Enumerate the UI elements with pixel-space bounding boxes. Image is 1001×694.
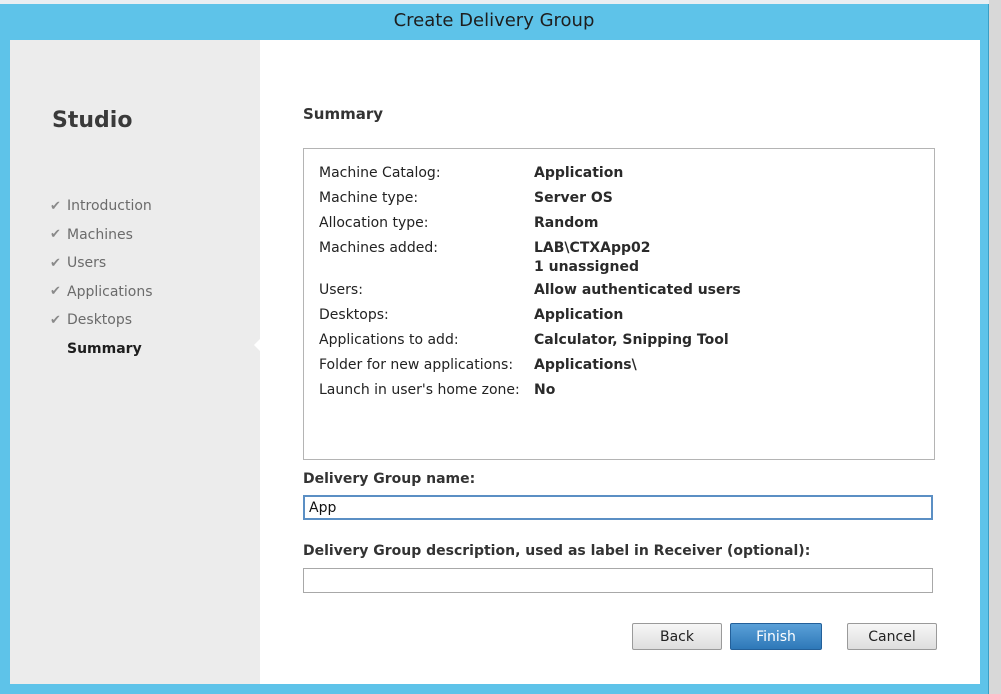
step-users[interactable]: ✔ Users: [50, 249, 153, 278]
wizard-steps: ✔ Introduction ✔ Machines ✔ Users ✔ Appl…: [50, 192, 153, 363]
delivery-group-description-label: Delivery Group description, used as labe…: [303, 543, 811, 559]
cancel-button[interactable]: Cancel: [847, 623, 937, 650]
summary-key: Allocation type:: [319, 215, 429, 231]
step-summary[interactable]: Summary: [50, 335, 153, 364]
summary-value: Application: [534, 307, 624, 323]
summary-row: Users: Allow authenticated users: [319, 282, 741, 307]
step-introduction[interactable]: ✔ Introduction: [50, 192, 153, 221]
wizard-sidebar: Studio ✔ Introduction ✔ Machines ✔ Users…: [10, 40, 260, 684]
summary-table: Machine Catalog: Application Machine typ…: [319, 165, 741, 407]
studio-title: Studio: [52, 108, 133, 133]
summary-value: Allow authenticated users: [534, 282, 741, 298]
summary-key: Folder for new applications:: [319, 357, 514, 373]
summary-row: Machine Catalog: Application: [319, 165, 741, 190]
summary-row: Applications to add: Calculator, Snippin…: [319, 332, 741, 357]
summary-key: Machine Catalog:: [319, 165, 441, 181]
summary-key: Users:: [319, 282, 363, 298]
check-icon: ✔: [50, 255, 61, 271]
delivery-group-name-label: Delivery Group name:: [303, 471, 476, 487]
check-icon: ✔: [50, 227, 61, 243]
check-icon: ✔: [50, 284, 61, 300]
check-icon: ✔: [50, 312, 61, 328]
step-label: Machines: [67, 226, 133, 243]
summary-value: Random: [534, 215, 599, 231]
step-desktops[interactable]: ✔ Desktops: [50, 306, 153, 335]
step-label: Desktops: [67, 312, 133, 329]
summary-key: Machines added:: [319, 240, 438, 256]
summary-value: Calculator, Snipping Tool: [534, 332, 729, 348]
delivery-group-name-input[interactable]: [303, 495, 933, 520]
summary-value-line: 1 unassigned: [534, 259, 639, 275]
summary-value: No: [534, 382, 556, 398]
summary-value: Server OS: [534, 190, 613, 206]
summary-value: Applications\: [534, 357, 637, 373]
summary-row: Launch in user's home zone: No: [319, 382, 741, 407]
step-label: Users: [67, 255, 107, 272]
dialog-client-area: Studio ✔ Introduction ✔ Machines ✔ Users…: [10, 40, 980, 684]
background-window-edge: [989, 0, 1001, 694]
section-title: Summary: [303, 105, 384, 123]
summary-box: Machine Catalog: Application Machine typ…: [303, 148, 935, 460]
step-machines[interactable]: ✔ Machines: [50, 221, 153, 250]
summary-key: Desktops:: [319, 307, 389, 323]
create-delivery-group-dialog: Create Delivery Group Studio ✔ Introduct…: [0, 4, 989, 694]
summary-key: Applications to add:: [319, 332, 459, 348]
summary-row: Machine type: Server OS: [319, 190, 741, 215]
summary-key: Launch in user's home zone:: [319, 382, 520, 398]
back-button[interactable]: Back: [632, 623, 722, 650]
step-applications[interactable]: ✔ Applications: [50, 278, 153, 307]
summary-row: Allocation type: Random: [319, 215, 741, 240]
step-label: Introduction: [67, 198, 152, 215]
summary-key: Machine type:: [319, 190, 419, 206]
summary-value: LAB\CTXApp02 1 unassigned: [534, 240, 741, 282]
summary-row: Machines added: LAB\CTXApp02 1 unassigne…: [319, 240, 741, 282]
finish-button[interactable]: Finish: [730, 623, 822, 650]
summary-value: Application: [534, 165, 624, 181]
check-icon: ✔: [50, 198, 61, 214]
wizard-content: Summary Machine Catalog: Application Mac…: [260, 40, 980, 684]
summary-value-line: LAB\CTXApp02: [534, 240, 651, 256]
delivery-group-description-input[interactable]: [303, 568, 933, 593]
step-label: Summary: [67, 340, 142, 357]
summary-row: Folder for new applications: Application…: [319, 357, 741, 382]
step-label: Applications: [67, 283, 153, 300]
summary-row: Desktops: Application: [319, 307, 741, 332]
dialog-title: Create Delivery Group: [393, 10, 595, 31]
